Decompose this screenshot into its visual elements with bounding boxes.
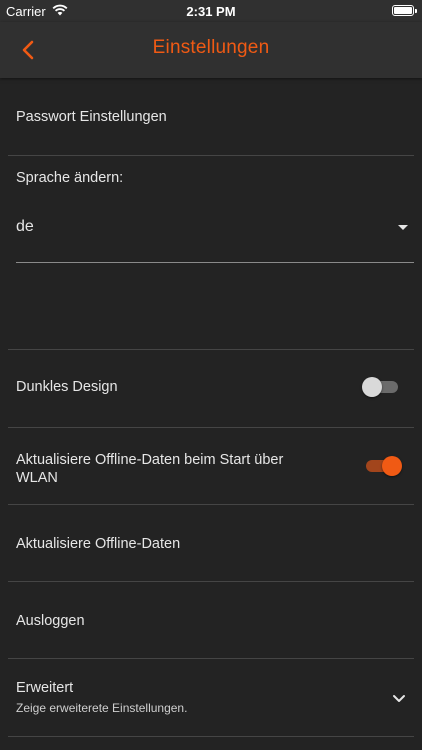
advanced-settings-item[interactable]: Erweitert Zeige erweiterete Einstellunge… — [8, 659, 414, 737]
page-title: Einstellungen — [152, 37, 270, 58]
logout-item[interactable]: Ausloggen — [8, 582, 414, 659]
password-settings-item[interactable]: Passwort Einstellungen — [8, 78, 414, 156]
nav-bar: Einstellungen — [0, 22, 422, 78]
language-select[interactable]: de — [16, 212, 414, 263]
advanced-label: Erweitert — [16, 680, 74, 696]
clock: 2:31 PM — [186, 4, 236, 19]
chevron-down-icon[interactable] — [392, 691, 406, 709]
password-settings-label: Passwort Einstellungen — [16, 109, 167, 125]
dark-design-toggle[interactable] — [362, 375, 402, 399]
language-setting: Sprache ändern: de — [8, 156, 414, 350]
logout-label: Ausloggen — [16, 613, 85, 629]
advanced-sublabel: Zeige erweiterete Einstellungen. — [16, 701, 188, 715]
dark-design-item: Dunkles Design — [8, 350, 414, 428]
update-offline-data-item[interactable]: Aktualisiere Offline-Daten — [8, 505, 414, 582]
dropdown-caret-icon — [398, 225, 408, 230]
toggle-knob — [362, 377, 382, 397]
dark-design-label: Dunkles Design — [16, 379, 118, 395]
settings-list: Passwort Einstellungen Sprache ändern: d… — [0, 78, 422, 737]
toggle-knob — [382, 456, 402, 476]
update-offline-data-label: Aktualisiere Offline-Daten — [16, 536, 181, 552]
offline-on-start-toggle[interactable] — [362, 454, 402, 478]
language-value: de — [16, 218, 34, 235]
offline-on-start-label: Aktualisiere Offline-Daten beim Start üb… — [16, 452, 284, 486]
status-bar: Carrier 2:31 PM — [0, 0, 422, 22]
language-label: Sprache ändern: — [16, 170, 124, 186]
battery-icon — [392, 5, 417, 16]
offline-on-start-item: Aktualisiere Offline-Daten beim Start üb… — [8, 428, 414, 505]
